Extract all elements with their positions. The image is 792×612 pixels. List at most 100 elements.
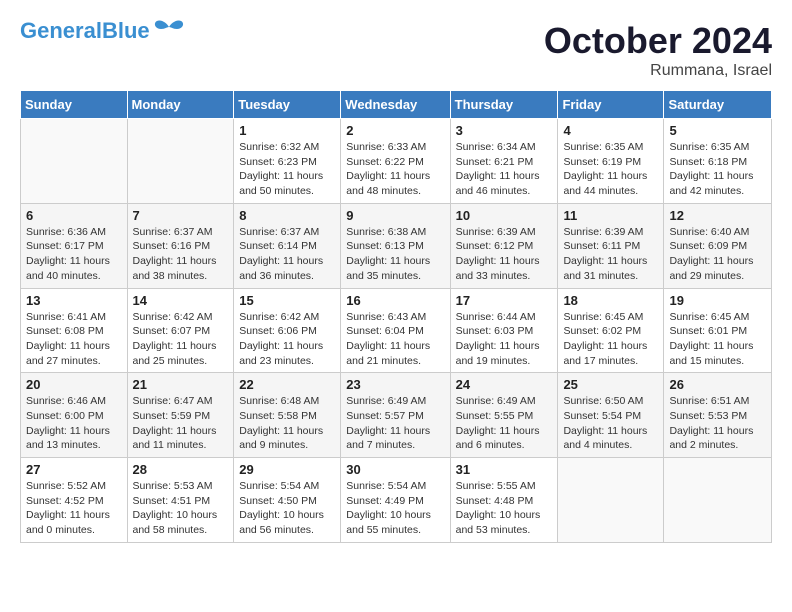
day-number: 18 — [563, 293, 658, 308]
day-info: Sunrise: 6:36 AM Sunset: 6:17 PM Dayligh… — [26, 225, 122, 284]
day-info: Sunrise: 6:35 AM Sunset: 6:18 PM Dayligh… — [669, 140, 766, 199]
logo: GeneralBlue — [20, 20, 185, 42]
day-number: 21 — [133, 377, 229, 392]
day-info: Sunrise: 6:33 AM Sunset: 6:22 PM Dayligh… — [346, 140, 444, 199]
calendar-cell: 16 Sunrise: 6:43 AM Sunset: 6:04 PM Dayli… — [341, 288, 450, 373]
day-info: Sunrise: 6:41 AM Sunset: 6:08 PM Dayligh… — [26, 310, 122, 369]
day-info: Sunrise: 5:54 AM Sunset: 4:50 PM Dayligh… — [239, 479, 335, 538]
logo-general: General — [20, 18, 102, 43]
calendar-cell: 24 Sunrise: 6:49 AM Sunset: 5:55 PM Dayli… — [450, 373, 558, 458]
calendar-cell: 28 Sunrise: 5:53 AM Sunset: 4:51 PM Dayli… — [127, 458, 234, 543]
weekday-header-monday: Monday — [127, 91, 234, 119]
calendar-cell: 27Sunrise: 5:52 AM Sunset: 4:52 PM Dayli… — [21, 458, 128, 543]
calendar-cell: 30 Sunrise: 5:54 AM Sunset: 4:49 PM Dayli… — [341, 458, 450, 543]
calendar-cell: 2 Sunrise: 6:33 AM Sunset: 6:22 PM Daylig… — [341, 119, 450, 204]
day-info: Sunrise: 6:49 AM Sunset: 5:57 PM Dayligh… — [346, 394, 444, 453]
day-info: Sunrise: 6:42 AM Sunset: 6:06 PM Dayligh… — [239, 310, 335, 369]
day-info: Sunrise: 6:47 AM Sunset: 5:59 PM Dayligh… — [133, 394, 229, 453]
calendar-cell: 13Sunrise: 6:41 AM Sunset: 6:08 PM Dayli… — [21, 288, 128, 373]
day-number: 12 — [669, 208, 766, 223]
calendar-cell: 25Sunrise: 6:50 AM Sunset: 5:54 PM Dayli… — [558, 373, 664, 458]
day-info: Sunrise: 6:32 AM Sunset: 6:23 PM Dayligh… — [239, 140, 335, 199]
day-number: 11 — [563, 208, 658, 223]
day-info: Sunrise: 6:44 AM Sunset: 6:03 PM Dayligh… — [456, 310, 553, 369]
day-info: Sunrise: 6:37 AM Sunset: 6:14 PM Dayligh… — [239, 225, 335, 284]
day-number: 24 — [456, 377, 553, 392]
calendar-week-row: 1Sunrise: 6:32 AM Sunset: 6:23 PM Daylig… — [21, 119, 772, 204]
day-number: 29 — [239, 462, 335, 477]
calendar-cell: 23Sunrise: 6:49 AM Sunset: 5:57 PM Dayli… — [341, 373, 450, 458]
weekday-header-sunday: Sunday — [21, 91, 128, 119]
day-info: Sunrise: 5:53 AM Sunset: 4:51 PM Dayligh… — [133, 479, 229, 538]
day-info: Sunrise: 6:50 AM Sunset: 5:54 PM Dayligh… — [563, 394, 658, 453]
calendar-cell: 17 Sunrise: 6:44 AM Sunset: 6:03 PM Dayli… — [450, 288, 558, 373]
day-info: Sunrise: 5:54 AM Sunset: 4:49 PM Dayligh… — [346, 479, 444, 538]
calendar-cell: 20 Sunrise: 6:46 AM Sunset: 6:00 PM Dayli… — [21, 373, 128, 458]
calendar-week-row: 6Sunrise: 6:36 AM Sunset: 6:17 PM Daylig… — [21, 203, 772, 288]
day-number: 26 — [669, 377, 766, 392]
day-info: Sunrise: 6:45 AM Sunset: 6:01 PM Dayligh… — [669, 310, 766, 369]
day-number: 9 — [346, 208, 444, 223]
calendar-cell — [127, 119, 234, 204]
calendar-week-row: 13Sunrise: 6:41 AM Sunset: 6:08 PM Dayli… — [21, 288, 772, 373]
weekday-header-friday: Friday — [558, 91, 664, 119]
day-info: Sunrise: 6:37 AM Sunset: 6:16 PM Dayligh… — [133, 225, 229, 284]
day-number: 2 — [346, 123, 444, 138]
day-number: 20 — [26, 377, 122, 392]
month-title: October 2024 — [544, 20, 772, 62]
day-info: Sunrise: 6:51 AM Sunset: 5:53 PM Dayligh… — [669, 394, 766, 453]
weekday-header-thursday: Thursday — [450, 91, 558, 119]
calendar-cell: 11 Sunrise: 6:39 AM Sunset: 6:11 PM Dayli… — [558, 203, 664, 288]
day-number: 17 — [456, 293, 553, 308]
calendar-cell: 14 Sunrise: 6:42 AM Sunset: 6:07 PM Dayli… — [127, 288, 234, 373]
title-block: October 2024 Rummana, Israel — [544, 20, 772, 80]
weekday-header-saturday: Saturday — [664, 91, 772, 119]
day-number: 15 — [239, 293, 335, 308]
logo-text: GeneralBlue — [20, 20, 150, 42]
calendar-cell: 19 Sunrise: 6:45 AM Sunset: 6:01 PM Dayli… — [664, 288, 772, 373]
day-info: Sunrise: 6:39 AM Sunset: 6:12 PM Dayligh… — [456, 225, 553, 284]
day-number: 5 — [669, 123, 766, 138]
day-number: 16 — [346, 293, 444, 308]
weekday-header-wednesday: Wednesday — [341, 91, 450, 119]
day-info: Sunrise: 5:52 AM Sunset: 4:52 PM Dayligh… — [26, 479, 122, 538]
day-info: Sunrise: 6:38 AM Sunset: 6:13 PM Dayligh… — [346, 225, 444, 284]
calendar-cell — [558, 458, 664, 543]
weekday-header-tuesday: Tuesday — [234, 91, 341, 119]
day-info: Sunrise: 6:39 AM Sunset: 6:11 PM Dayligh… — [563, 225, 658, 284]
location: Rummana, Israel — [544, 62, 772, 80]
calendar-week-row: 27Sunrise: 5:52 AM Sunset: 4:52 PM Dayli… — [21, 458, 772, 543]
calendar-week-row: 20 Sunrise: 6:46 AM Sunset: 6:00 PM Dayli… — [21, 373, 772, 458]
day-number: 8 — [239, 208, 335, 223]
logo-blue: Blue — [102, 18, 150, 43]
day-info: Sunrise: 6:43 AM Sunset: 6:04 PM Dayligh… — [346, 310, 444, 369]
calendar-cell: 4Sunrise: 6:35 AM Sunset: 6:19 PM Daylig… — [558, 119, 664, 204]
day-info: Sunrise: 6:40 AM Sunset: 6:09 PM Dayligh… — [669, 225, 766, 284]
calendar-cell: 9 Sunrise: 6:38 AM Sunset: 6:13 PM Daylig… — [341, 203, 450, 288]
calendar-cell: 7Sunrise: 6:37 AM Sunset: 6:16 PM Daylig… — [127, 203, 234, 288]
calendar-cell: 29 Sunrise: 5:54 AM Sunset: 4:50 PM Dayli… — [234, 458, 341, 543]
day-info: Sunrise: 5:55 AM Sunset: 4:48 PM Dayligh… — [456, 479, 553, 538]
day-info: Sunrise: 6:48 AM Sunset: 5:58 PM Dayligh… — [239, 394, 335, 453]
calendar-cell: 15 Sunrise: 6:42 AM Sunset: 6:06 PM Dayli… — [234, 288, 341, 373]
day-number: 28 — [133, 462, 229, 477]
day-number: 30 — [346, 462, 444, 477]
day-number: 31 — [456, 462, 553, 477]
logo-bird-icon — [153, 19, 185, 39]
calendar-cell: 5 Sunrise: 6:35 AM Sunset: 6:18 PM Daylig… — [664, 119, 772, 204]
day-info: Sunrise: 6:49 AM Sunset: 5:55 PM Dayligh… — [456, 394, 553, 453]
calendar-cell: 22Sunrise: 6:48 AM Sunset: 5:58 PM Dayli… — [234, 373, 341, 458]
calendar-cell: 3Sunrise: 6:34 AM Sunset: 6:21 PM Daylig… — [450, 119, 558, 204]
calendar-table: SundayMondayTuesdayWednesdayThursdayFrid… — [20, 90, 772, 543]
day-number: 14 — [133, 293, 229, 308]
calendar-cell: 10Sunrise: 6:39 AM Sunset: 6:12 PM Dayli… — [450, 203, 558, 288]
calendar-cell: 26 Sunrise: 6:51 AM Sunset: 5:53 PM Dayli… — [664, 373, 772, 458]
day-number: 4 — [563, 123, 658, 138]
calendar-cell: 18 Sunrise: 6:45 AM Sunset: 6:02 PM Dayli… — [558, 288, 664, 373]
day-info: Sunrise: 6:42 AM Sunset: 6:07 PM Dayligh… — [133, 310, 229, 369]
day-number: 19 — [669, 293, 766, 308]
calendar-cell — [664, 458, 772, 543]
calendar-cell: 21 Sunrise: 6:47 AM Sunset: 5:59 PM Dayli… — [127, 373, 234, 458]
day-info: Sunrise: 6:45 AM Sunset: 6:02 PM Dayligh… — [563, 310, 658, 369]
day-info: Sunrise: 6:46 AM Sunset: 6:00 PM Dayligh… — [26, 394, 122, 453]
